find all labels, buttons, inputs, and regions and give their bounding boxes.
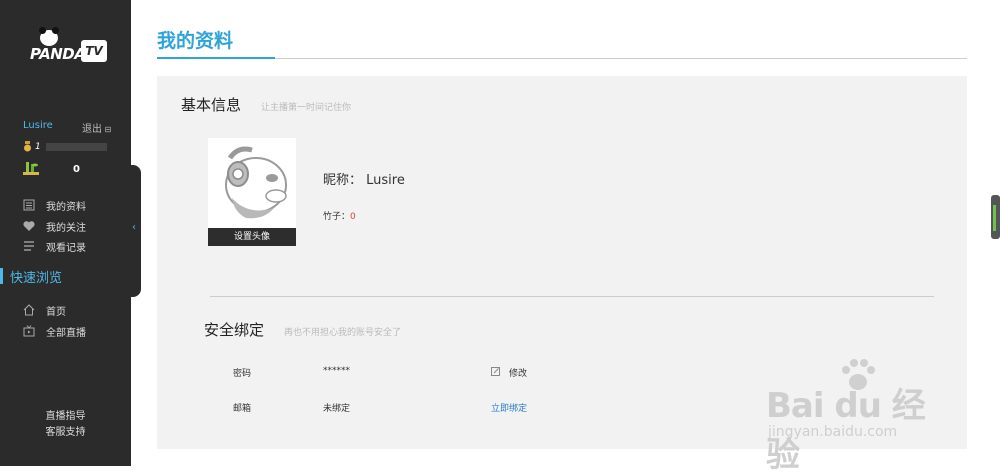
sidebar-item-my-profile[interactable]: 我的资料 — [23, 198, 86, 213]
page-title: 我的资料 — [157, 30, 234, 52]
bind-email-link[interactable]: 立即绑定 — [491, 401, 527, 414]
level-medal-icon — [24, 141, 31, 152]
title-accent-bar — [157, 57, 275, 59]
quick-browse-label: 快速浏览 — [10, 271, 63, 286]
username-link[interactable]: Lusire — [23, 120, 53, 131]
section-divider — [210, 296, 934, 297]
set-avatar-button[interactable]: 设置头像 — [208, 228, 296, 246]
password-value: ****** — [323, 366, 350, 376]
security-title: 安全绑定 — [204, 321, 265, 339]
home-icon — [23, 304, 35, 316]
sidebar-item-my-follows[interactable]: 我的关注 — [23, 219, 86, 234]
basic-info-subtitle: 让主播第一时间记住你 — [261, 103, 352, 113]
logout-label: 退出 — [82, 124, 102, 135]
tv-icon — [23, 325, 35, 337]
sidebar-item-label: 我的资料 — [46, 201, 86, 213]
sidebar-item-label: 全部直播 — [46, 327, 86, 339]
level-progress-bar — [46, 143, 107, 151]
chevron-left-icon: ‹ — [132, 222, 136, 233]
sidebar-item-watch-history[interactable]: 观看记录 — [23, 239, 86, 254]
user-level: 1 — [35, 142, 41, 152]
email-label: 邮箱 — [233, 404, 252, 414]
logo-text: PANDA — [30, 45, 86, 63]
bamboo-row: 竹子：0 — [323, 209, 356, 222]
sidebar: PANDA TV Lusire 退出 ⊟ 1 0 我的资料 我的关注 观看记录 … — [0, 0, 131, 466]
sidebar-item-label: 首页 — [46, 306, 66, 318]
heart-icon — [23, 221, 35, 231]
quick-browse-heading: 快速浏览 — [0, 267, 131, 286]
sidebar-item-label: 我的关注 — [46, 222, 86, 234]
sidebar-collapse-handle[interactable]: ‹ — [131, 165, 141, 297]
scrollbar-thumb[interactable] — [991, 195, 1000, 239]
nickname-label: 昵称： — [323, 173, 363, 188]
bamboo-label: 竹子： — [323, 212, 351, 222]
live-guide-link[interactable]: 直播指导 — [0, 407, 131, 422]
bamboo-count: 0 — [73, 164, 80, 175]
logo-tv-badge: TV — [81, 40, 107, 62]
avatar[interactable]: 设置头像 — [208, 138, 296, 246]
baidu-jingyan-watermark: Bai du 经验 jingyan.baidu.com — [766, 358, 946, 475]
panda-logo-icon — [39, 27, 59, 46]
sidebar-item-all-live[interactable]: 全部直播 — [23, 324, 86, 339]
history-icon — [24, 241, 34, 251]
change-password-button[interactable]: 修改 — [509, 366, 527, 379]
nickname-row: 昵称： Lusire — [323, 169, 405, 188]
security-subtitle: 再也不用担心我的账号安全了 — [284, 328, 402, 338]
profile-icon — [23, 199, 35, 211]
title-divider — [157, 58, 967, 59]
pandatv-logo[interactable]: PANDA TV — [26, 27, 110, 68]
bamboo-value: 0 — [350, 212, 356, 222]
bamboo-icon — [23, 162, 39, 175]
customer-support-link[interactable]: 客服支持 — [0, 423, 131, 438]
nickname-value: Lusire — [366, 173, 405, 188]
basic-info-title: 基本信息 — [181, 96, 242, 114]
edit-icon[interactable] — [491, 367, 500, 376]
logout-icon: ⊟ — [102, 125, 112, 134]
sidebar-item-home[interactable]: 首页 — [23, 303, 66, 318]
password-label: 密码 — [233, 369, 252, 379]
email-value: 未绑定 — [323, 404, 351, 414]
default-avatar-icon — [225, 146, 287, 219]
watermark-url: jingyan.baidu.com — [768, 424, 898, 440]
logout-button[interactable]: 退出 ⊟ — [82, 120, 111, 135]
sidebar-item-label: 观看记录 — [46, 242, 86, 254]
